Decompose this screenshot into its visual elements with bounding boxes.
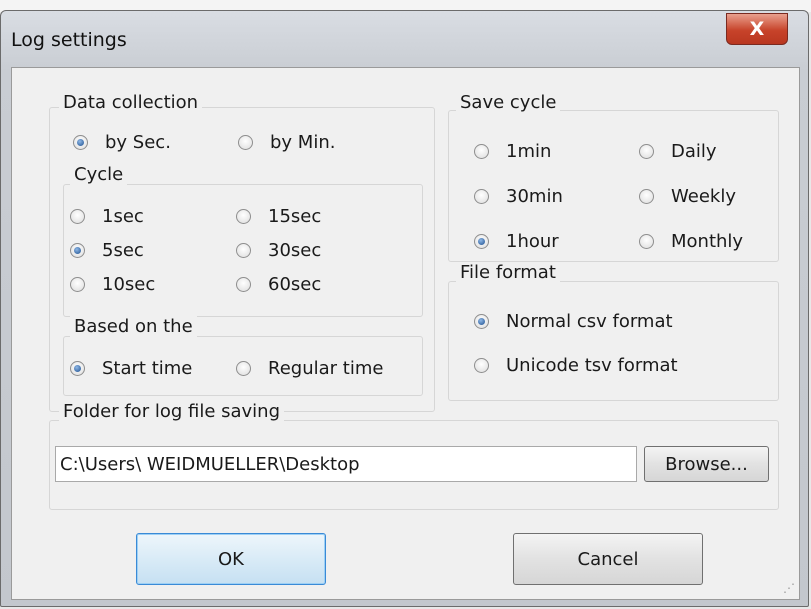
radio-cycle-15sec-label: 15sec bbox=[268, 206, 322, 227]
radio-cycle-1sec-label: 1sec bbox=[102, 206, 144, 227]
resize-grip-icon[interactable]: ⋰ bbox=[783, 581, 795, 595]
radio-save-1hour[interactable]: 1hour bbox=[474, 231, 559, 252]
radio-save-daily-label: Daily bbox=[671, 141, 717, 162]
close-button[interactable]: X bbox=[726, 13, 788, 45]
radio-cycle-60sec-label: 60sec bbox=[268, 274, 322, 295]
dialog-title: Log settings bbox=[11, 29, 127, 51]
radio-save-1hour-label: 1hour bbox=[506, 231, 559, 252]
radio-save-weekly-label: Weekly bbox=[671, 186, 736, 207]
radio-start-time[interactable]: Start time bbox=[70, 358, 192, 379]
radio-save-30min[interactable]: 30min bbox=[474, 186, 563, 207]
radio-unicode-tsv[interactable]: Unicode tsv format bbox=[474, 355, 678, 376]
radio-save-daily[interactable]: Daily bbox=[639, 141, 717, 162]
browse-button[interactable]: Browse... bbox=[644, 446, 769, 482]
radio-by-sec-label: by Sec. bbox=[105, 132, 171, 153]
dialog-client-area: Data collection by Sec. by Min. Cycle 1s… bbox=[11, 67, 800, 600]
radio-cycle-10sec[interactable]: 10sec bbox=[70, 274, 155, 295]
radio-by-sec[interactable]: by Sec. bbox=[73, 132, 171, 153]
radio-button-icon bbox=[639, 144, 654, 159]
radio-button-icon bbox=[238, 135, 253, 150]
radio-button-icon bbox=[639, 189, 654, 204]
radio-normal-csv[interactable]: Normal csv format bbox=[474, 311, 673, 332]
cycle-label: Cycle bbox=[70, 164, 128, 185]
radio-save-monthly[interactable]: Monthly bbox=[639, 231, 743, 252]
radio-by-min[interactable]: by Min. bbox=[238, 132, 335, 153]
radio-button-icon bbox=[70, 243, 85, 258]
radio-button-icon bbox=[474, 358, 489, 373]
radio-button-icon bbox=[474, 144, 489, 159]
radio-by-min-label: by Min. bbox=[270, 132, 336, 153]
radio-button-icon bbox=[73, 135, 88, 150]
radio-cycle-10sec-label: 10sec bbox=[102, 274, 156, 295]
save-cycle-label: Save cycle bbox=[456, 92, 561, 113]
data-collection-label: Data collection bbox=[59, 92, 203, 113]
file-format-group bbox=[448, 281, 779, 401]
radio-cycle-60sec[interactable]: 60sec bbox=[236, 274, 321, 295]
radio-save-1min[interactable]: 1min bbox=[474, 141, 551, 162]
radio-button-icon bbox=[474, 234, 489, 249]
radio-cycle-5sec[interactable]: 5sec bbox=[70, 240, 144, 261]
radio-button-icon bbox=[474, 189, 489, 204]
radio-cycle-5sec-label: 5sec bbox=[102, 240, 144, 261]
folder-path-input[interactable]: C:\Users\ WEIDMUELLER\Desktop bbox=[55, 446, 637, 482]
radio-button-icon bbox=[236, 209, 251, 224]
file-format-label: File format bbox=[456, 262, 560, 283]
radio-save-monthly-label: Monthly bbox=[671, 231, 744, 252]
radio-button-icon bbox=[236, 243, 251, 258]
radio-cycle-30sec[interactable]: 30sec bbox=[236, 240, 321, 261]
ok-button[interactable]: OK bbox=[136, 533, 326, 585]
based-on-label: Based on the bbox=[70, 316, 197, 337]
close-icon: X bbox=[749, 18, 765, 40]
radio-button-icon bbox=[236, 361, 251, 376]
radio-button-icon bbox=[70, 361, 85, 376]
radio-regular-time[interactable]: Regular time bbox=[236, 358, 383, 379]
radio-normal-csv-label: Normal csv format bbox=[506, 311, 673, 332]
folder-label: Folder for log file saving bbox=[59, 401, 285, 422]
log-settings-dialog: Log settings X Data collection by Sec. b… bbox=[0, 10, 809, 607]
radio-save-weekly[interactable]: Weekly bbox=[639, 186, 736, 207]
radio-button-icon bbox=[639, 234, 654, 249]
radio-button-icon bbox=[70, 277, 85, 292]
radio-save-1min-label: 1min bbox=[506, 141, 552, 162]
radio-button-icon bbox=[474, 314, 489, 329]
radio-regular-time-label: Regular time bbox=[268, 358, 384, 379]
radio-button-icon bbox=[236, 277, 251, 292]
radio-save-30min-label: 30min bbox=[506, 186, 563, 207]
radio-cycle-30sec-label: 30sec bbox=[268, 240, 322, 261]
radio-button-icon bbox=[70, 209, 85, 224]
radio-cycle-1sec[interactable]: 1sec bbox=[70, 206, 144, 227]
radio-unicode-tsv-label: Unicode tsv format bbox=[506, 355, 678, 376]
cancel-button[interactable]: Cancel bbox=[513, 533, 703, 585]
radio-cycle-15sec[interactable]: 15sec bbox=[236, 206, 321, 227]
radio-start-time-label: Start time bbox=[102, 358, 193, 379]
